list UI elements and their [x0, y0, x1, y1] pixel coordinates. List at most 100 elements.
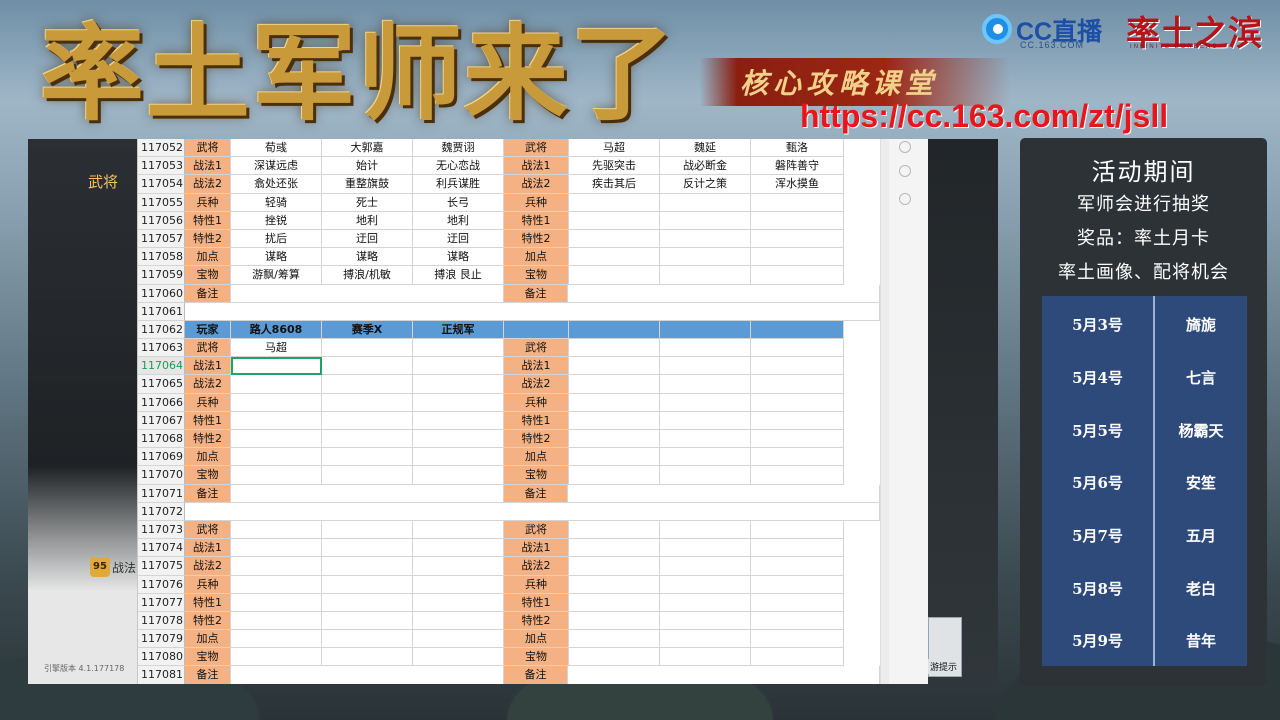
table-cell[interactable]: [413, 339, 504, 358]
row-number[interactable]: 117063: [138, 339, 185, 358]
table-cell[interactable]: 利兵谋胜: [413, 175, 504, 194]
table-cell[interactable]: [660, 466, 751, 485]
table-cell[interactable]: [413, 466, 504, 485]
table-cell[interactable]: 战必断金: [660, 157, 751, 176]
table-cell[interactable]: 磐阵善守: [751, 157, 844, 176]
table-cell[interactable]: [322, 339, 413, 358]
table-cell-label[interactable]: 兵种: [185, 393, 231, 412]
row-number[interactable]: 117064: [138, 357, 185, 376]
table-cell[interactable]: 重整旗鼓: [322, 175, 413, 194]
row-number[interactable]: 117056: [138, 211, 185, 230]
table-cell-label[interactable]: 战法1: [504, 157, 569, 176]
table-cell-label[interactable]: 特性1: [185, 211, 231, 230]
table-cell[interactable]: [569, 630, 660, 649]
table-cell[interactable]: 翕处还张: [231, 175, 322, 194]
table-header-cell[interactable]: 玩家: [185, 320, 231, 340]
table-cell-label[interactable]: 加点: [185, 248, 231, 267]
table-cell[interactable]: 迂回: [322, 229, 413, 249]
table-cell[interactable]: [660, 611, 751, 631]
table-cell[interactable]: [751, 593, 844, 612]
table-cell[interactable]: [413, 520, 504, 540]
vertical-scrollbar[interactable]: [881, 139, 889, 684]
table-cell[interactable]: [569, 648, 660, 667]
table-cell[interactable]: 反计之策: [660, 175, 751, 194]
row-number[interactable]: 117074: [138, 539, 185, 558]
row-number[interactable]: 117058: [138, 248, 185, 267]
table-cell[interactable]: [660, 339, 751, 358]
table-cell[interactable]: 扰后: [231, 229, 322, 249]
table-cell[interactable]: [660, 266, 751, 285]
table-cell[interactable]: 搏浪 艮止: [413, 266, 504, 285]
table-cell-label[interactable]: 宝物: [185, 266, 231, 285]
table-cell-label[interactable]: 加点: [504, 248, 569, 267]
table-cell-label[interactable]: 特性1: [185, 593, 231, 612]
table-cell[interactable]: [569, 193, 660, 212]
table-header-cell[interactable]: [660, 320, 751, 340]
row-number[interactable]: 117060: [138, 284, 185, 303]
table-cell[interactable]: [660, 539, 751, 558]
table-cell[interactable]: [569, 339, 660, 358]
table-cell[interactable]: [569, 357, 660, 376]
table-cell-label[interactable]: 战法2: [504, 375, 569, 394]
table-cell-label[interactable]: 特性2: [185, 229, 231, 249]
table-cell[interactable]: [231, 593, 322, 612]
table-cell[interactable]: 大郭嘉: [322, 139, 413, 158]
table-cell-label[interactable]: 兵种: [185, 575, 231, 594]
table-cell-label[interactable]: 备注: [184, 484, 231, 503]
table-cell-label[interactable]: 宝物: [504, 648, 569, 667]
table-cell-label[interactable]: 宝物: [504, 266, 569, 285]
row-number[interactable]: 117061: [138, 302, 185, 321]
table-cell[interactable]: [569, 248, 660, 267]
row-number[interactable]: 117062: [138, 320, 185, 340]
table-cell[interactable]: [413, 430, 504, 449]
table-cell[interactable]: [231, 575, 322, 594]
table-cell[interactable]: [231, 393, 322, 412]
table-cell[interactable]: [751, 248, 844, 267]
table-cell[interactable]: [231, 539, 322, 558]
table-cell[interactable]: [322, 539, 413, 558]
table-cell[interactable]: [322, 630, 413, 649]
table-cell[interactable]: [569, 448, 660, 467]
table-cell-label[interactable]: 战法2: [185, 375, 231, 394]
table-cell[interactable]: [322, 448, 413, 467]
table-cell[interactable]: [751, 211, 844, 230]
table-cell-label[interactable]: 加点: [185, 630, 231, 649]
table-cell[interactable]: [660, 630, 751, 649]
table-cell[interactable]: [660, 193, 751, 212]
table-cell[interactable]: [751, 448, 844, 467]
table-cell-label[interactable]: 特性1: [504, 411, 569, 430]
table-cell-label[interactable]: 备注: [503, 484, 569, 503]
table-cell[interactable]: [568, 484, 880, 503]
table-cell[interactable]: 疾击其后: [569, 175, 660, 194]
table-cell-label[interactable]: 战法1: [185, 539, 231, 558]
table-cell[interactable]: 谋略: [231, 248, 322, 267]
table-cell[interactable]: [569, 211, 660, 230]
table-cell[interactable]: 死士: [322, 193, 413, 212]
row-number[interactable]: 117072: [138, 502, 185, 521]
row-number[interactable]: 117069: [138, 448, 185, 467]
help-icon[interactable]: [899, 141, 911, 153]
table-cell-label[interactable]: 战法2: [504, 175, 569, 194]
table-cell-label[interactable]: 武将: [504, 139, 569, 158]
table-cell[interactable]: [569, 266, 660, 285]
table-cell-label[interactable]: 武将: [185, 339, 231, 358]
settings-icon[interactable]: [899, 165, 911, 177]
table-header-cell[interactable]: 路人8608: [231, 320, 322, 340]
table-cell[interactable]: [568, 666, 880, 684]
table-header-cell[interactable]: [751, 320, 844, 340]
table-cell-label[interactable]: 战法1: [504, 357, 569, 376]
table-cell-label[interactable]: 兵种: [185, 193, 231, 212]
row-number[interactable]: 117075: [138, 557, 185, 576]
row-number[interactable]: 117054: [138, 175, 185, 194]
table-cell[interactable]: [231, 466, 322, 485]
table-cell[interactable]: [660, 575, 751, 594]
table-cell[interactable]: [413, 557, 504, 576]
table-cell-label[interactable]: 战法1: [185, 157, 231, 176]
table-cell[interactable]: [413, 575, 504, 594]
table-cell[interactable]: [569, 593, 660, 612]
table-cell[interactable]: [413, 375, 504, 394]
table-cell[interactable]: 轻骑: [231, 193, 322, 212]
table-header-cell[interactable]: [569, 320, 660, 340]
table-cell[interactable]: [231, 411, 322, 430]
table-cell-label[interactable]: 特性2: [504, 430, 569, 449]
